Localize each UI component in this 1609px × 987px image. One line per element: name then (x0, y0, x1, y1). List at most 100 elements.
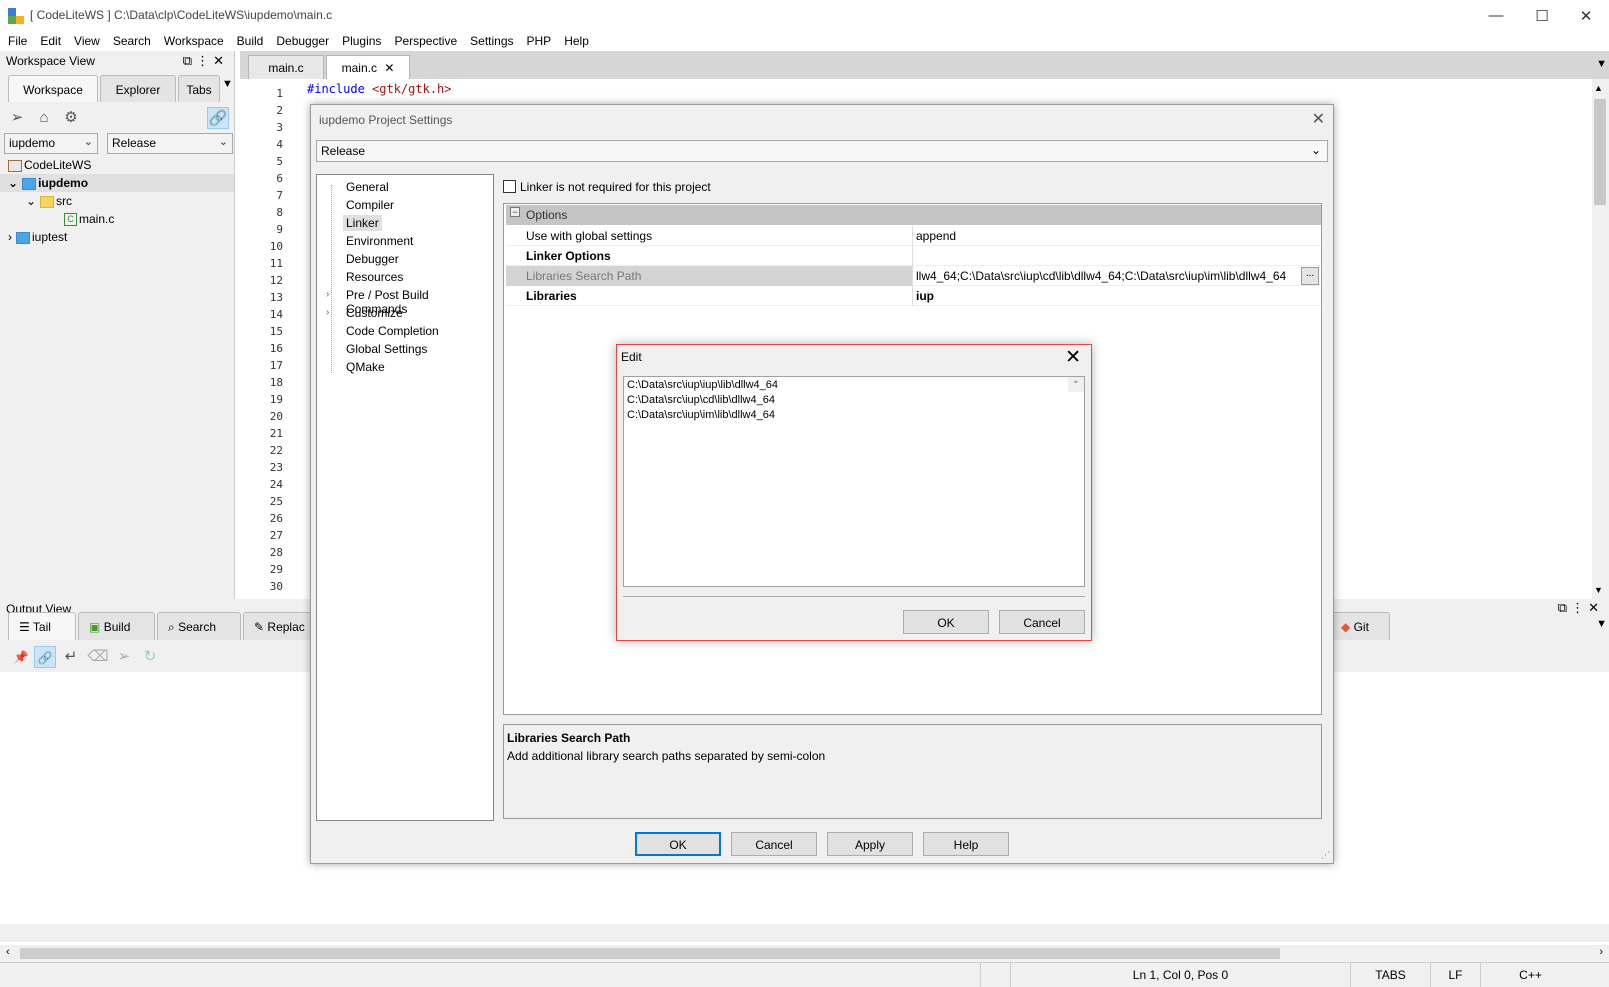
more-icon[interactable]: ⋮ (1571, 600, 1588, 615)
project-select[interactable]: iupdemo ⌄ (4, 133, 98, 154)
gear-icon[interactable]: ⚙ (60, 107, 82, 129)
language-mode[interactable]: C++ (1480, 963, 1580, 987)
chevron-down-icon[interactable]: ▼ (1596, 58, 1607, 70)
indent-mode[interactable]: TABS (1350, 963, 1430, 987)
nav-item-linker[interactable]: Linker (343, 215, 382, 231)
link-icon[interactable]: 🔗 (34, 646, 56, 668)
tab-tabs[interactable]: Tabs (178, 75, 220, 102)
nav-item-compiler[interactable]: Compiler (343, 197, 397, 213)
close-icon[interactable]: ✕ (1312, 109, 1325, 129)
maximize-button[interactable]: ☐ (1519, 0, 1565, 31)
scroll-up-icon[interactable]: ▲ (1594, 83, 1603, 93)
libraries-search-path-value[interactable]: llw4_64;C:\Data\src\iup\cd\lib\dllw4_64;… (916, 269, 1301, 283)
close-icon[interactable]: ✕ (1065, 346, 1081, 369)
chevron-down-icon[interactable]: ⌄ (8, 176, 18, 190)
tab-replace[interactable]: ✎ Replac (243, 612, 313, 640)
chevron-down-icon[interactable]: ▼ (222, 78, 233, 90)
tab-tail[interactable]: ☰ Tail (8, 612, 76, 640)
nav-item-debugger[interactable]: Debugger (343, 251, 402, 267)
tab-explorer[interactable]: Explorer (100, 75, 176, 102)
edit-textarea[interactable]: C:\Data\src\iup\iup\lib\dllw4_64 C:\Data… (623, 375, 1085, 587)
ellipsis-button[interactable]: ... (1301, 267, 1319, 285)
configuration-select[interactable]: Release ⌄ (107, 133, 233, 154)
configuration-select[interactable]: Release ⌄ (316, 140, 1328, 162)
scroll-thumb[interactable] (20, 948, 1280, 959)
horizontal-scrollbar[interactable]: ‹ › (0, 945, 1609, 962)
nav-item-qmake[interactable]: QMake (343, 359, 388, 375)
code-line-1[interactable]: #include <gtk/gtk.h> (307, 82, 452, 96)
tree-project-iuptest[interactable]: › iuptest (0, 228, 234, 246)
menu-file[interactable]: File (0, 31, 32, 51)
menu-edit[interactable]: Edit (32, 31, 66, 51)
dock-icon[interactable]: ⧉ (183, 53, 196, 68)
scroll-down-icon[interactable]: ▼ (1594, 585, 1603, 595)
clear-icon[interactable]: ⌫ (87, 646, 109, 668)
send-icon[interactable]: ➢ (113, 646, 135, 668)
menu-settings[interactable]: Settings (462, 31, 518, 51)
menu-view[interactable]: View (66, 31, 105, 51)
help-button[interactable]: Help (923, 832, 1009, 856)
word-wrap-icon[interactable]: ↵ (60, 646, 82, 668)
apply-button[interactable]: Apply (827, 832, 913, 856)
editor-scrollbar[interactable]: ▲ ▼ (1592, 79, 1609, 599)
grid-row-selected[interactable]: Libraries Search Path llw4_64;C:\Data\sr… (506, 266, 1321, 286)
menu-perspective[interactable]: Perspective (386, 31, 462, 51)
grid-category[interactable]: − Options (506, 205, 1321, 225)
nav-item-customize[interactable]: Customize (343, 305, 406, 321)
edit-scrollbar[interactable]: ⌃ ⌄ (1068, 375, 1084, 392)
more-icon[interactable]: ⋮ (196, 53, 213, 68)
grid-row[interactable]: Linker Options (506, 246, 1321, 266)
close-icon[interactable]: ✕ (384, 61, 394, 75)
menu-plugins[interactable]: Plugins (334, 31, 386, 51)
pin-icon[interactable]: 📌 (10, 646, 32, 668)
send-icon[interactable]: ➢ (6, 107, 28, 129)
nav-item-code-completion[interactable]: Code Completion (343, 323, 442, 339)
menu-search[interactable]: Search (105, 31, 156, 51)
menu-help[interactable]: Help (556, 31, 594, 51)
edit-ok-button[interactable]: OK (903, 610, 989, 634)
tree-root[interactable]: CodeLiteWS (0, 156, 234, 174)
close-icon[interactable]: ✕ (213, 53, 228, 68)
linker-not-required-checkbox[interactable]: Linker is not required for this project (503, 180, 711, 194)
menu-workspace[interactable]: Workspace (156, 31, 229, 51)
minimize-button[interactable]: — (1473, 0, 1519, 31)
chevron-down-icon[interactable]: ⌄ (26, 194, 36, 208)
chevron-right-icon[interactable]: › (8, 230, 12, 244)
refresh-icon[interactable]: ↻ (139, 646, 161, 668)
grid-row[interactable]: Libraries iup (506, 286, 1321, 306)
cancel-button[interactable]: Cancel (731, 832, 817, 856)
tab-search[interactable]: ⌕ Search (157, 612, 241, 640)
scroll-left-icon[interactable]: ‹ (6, 946, 10, 958)
tab-build[interactable]: ▣ Build (78, 612, 155, 640)
link-icon[interactable]: 🔗 (207, 107, 229, 129)
dock-icon[interactable]: ⧉ (1558, 600, 1571, 615)
close-icon[interactable]: ✕ (1588, 600, 1603, 615)
scroll-down-icon[interactable]: ⌄ (1072, 375, 1080, 390)
tree-project-iupdemo[interactable]: ⌄ iupdemo (0, 174, 234, 192)
ok-button[interactable]: OK (635, 832, 721, 856)
edit-cancel-button[interactable]: Cancel (999, 610, 1085, 634)
eol-mode[interactable]: LF (1430, 963, 1480, 987)
chevron-right-icon[interactable]: › (326, 307, 329, 318)
nav-item-resources[interactable]: Resources (343, 269, 406, 285)
nav-item-general[interactable]: General (343, 179, 392, 195)
home-icon[interactable]: ⌂ (33, 107, 55, 129)
menu-php[interactable]: PHP (519, 31, 557, 51)
tab-git[interactable]: ◆ Git (1330, 612, 1390, 640)
menu-build[interactable]: Build (229, 31, 269, 51)
collapse-icon[interactable]: − (510, 207, 520, 217)
tree-folder-src[interactable]: ⌄ src (0, 192, 234, 210)
chevron-down-icon[interactable]: ▼ (1596, 618, 1607, 630)
menu-debugger[interactable]: Debugger (268, 31, 334, 51)
scroll-right-icon[interactable]: › (1599, 946, 1603, 958)
editor-tab[interactable]: main.c (248, 55, 324, 79)
tab-workspace[interactable]: Workspace (8, 75, 98, 102)
close-window-button[interactable]: ✕ (1563, 0, 1609, 31)
scroll-thumb[interactable] (1594, 99, 1606, 205)
grid-row[interactable]: Use with global settings append (506, 226, 1321, 246)
nav-item-global-settings[interactable]: Global Settings (343, 341, 430, 357)
resize-grip-icon[interactable]: ⋰ (1321, 850, 1330, 861)
checkbox-box[interactable] (503, 180, 516, 193)
nav-item-environment[interactable]: Environment (343, 233, 416, 249)
tree-file-main[interactable]: Cmain.c (0, 210, 234, 228)
